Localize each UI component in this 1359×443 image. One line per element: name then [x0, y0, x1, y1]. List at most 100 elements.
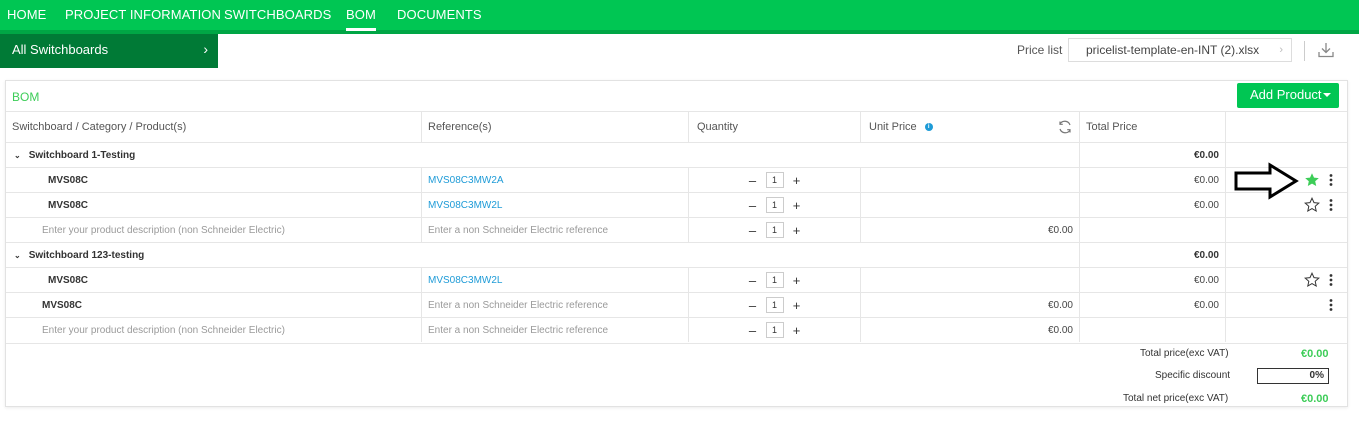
group-toggle[interactable]: ⌄ Switchboard 1-Testing — [6, 143, 1080, 167]
total-price — [1080, 218, 1226, 242]
decrement-button[interactable]: – — [748, 324, 758, 337]
table-header: Switchboard / Category / Product(s) Refe… — [6, 111, 1347, 142]
chevron-right-icon: › — [1279, 44, 1283, 56]
quantity-cell: – 1 + — [689, 218, 861, 242]
increment-button[interactable]: + — [792, 224, 802, 237]
price-list-select[interactable]: pricelist-template-en-INT (2).xlsx › — [1068, 38, 1292, 62]
group-toggle[interactable]: ⌄ Switchboard 123-testing — [6, 243, 1080, 267]
nav-documents[interactable]: DOCUMENTS — [397, 0, 482, 30]
star-outline-icon[interactable] — [1304, 272, 1320, 288]
chevron-down-icon[interactable]: ⌄ — [14, 251, 21, 260]
info-icon[interactable]: i — [924, 123, 933, 131]
reference-input[interactable]: Enter a non Schneider Electric reference — [422, 293, 689, 317]
table-row: MVS08C Enter a non Schneider Electric re… — [6, 292, 1347, 317]
table-row: MVS08C MVS08C3MW2L – 1 + €0.00 — [6, 267, 1347, 292]
product-name: MVS08C — [6, 168, 422, 192]
summary-section: Total price(exc VAT) €0.00 Specific disc… — [6, 343, 1347, 407]
quantity-cell: – 1 + — [689, 268, 861, 292]
actions-cell — [1226, 268, 1347, 292]
more-vertical-icon[interactable] — [1328, 273, 1334, 287]
more-vertical-icon[interactable] — [1328, 198, 1334, 212]
table-row: Enter your product description (non Schn… — [6, 217, 1347, 242]
quantity-stepper: – 1 + — [748, 272, 802, 288]
header-reference: Reference(s) — [422, 112, 689, 142]
nav-bom[interactable]: BOM — [346, 0, 376, 31]
header-unit-price: Unit Price i — [861, 112, 1080, 142]
quantity-input[interactable]: 1 — [765, 172, 784, 188]
reference-input[interactable]: Enter a non Schneider Electric reference — [422, 218, 689, 242]
quantity-cell: – 1 + — [689, 318, 861, 342]
increment-button[interactable]: + — [792, 299, 802, 312]
more-vertical-icon[interactable] — [1328, 298, 1334, 312]
quantity-cell: – 1 + — [689, 168, 861, 192]
star-outline-icon[interactable] — [1304, 197, 1320, 213]
decrement-button[interactable]: – — [748, 224, 758, 237]
price-list-value: pricelist-template-en-INT (2).xlsx — [1086, 43, 1260, 57]
bom-table: Switchboard / Category / Product(s) Refe… — [6, 111, 1347, 342]
all-switchboards-button[interactable]: All Switchboards › — [0, 34, 218, 68]
group-name: Switchboard 123-testing — [28, 249, 145, 261]
divider — [1304, 41, 1305, 61]
unit-price — [861, 268, 1080, 292]
total-price: €0.00 — [1080, 268, 1226, 292]
nav-home[interactable]: HOME — [7, 0, 46, 30]
quantity-input[interactable]: 1 — [765, 297, 784, 313]
download-icon[interactable] — [1316, 40, 1336, 60]
caret-down-icon — [1323, 93, 1331, 97]
group-name: Switchboard 1-Testing — [28, 149, 136, 161]
group-total: €0.00 — [1080, 143, 1226, 167]
net-price-value: €0.00 — [1301, 393, 1329, 405]
product-description-input[interactable]: Enter your product description (non Schn… — [6, 318, 422, 342]
arrow-right-icon — [1234, 162, 1299, 200]
unit-price — [861, 168, 1080, 192]
increment-button[interactable]: + — [792, 324, 802, 337]
chevron-down-icon[interactable]: ⌄ — [14, 151, 21, 160]
product-name: MVS08C — [6, 293, 422, 317]
nav-switchboards[interactable]: SWITCHBOARDS — [224, 0, 331, 30]
decrement-button[interactable]: – — [748, 174, 758, 187]
group-total: €0.00 — [1080, 243, 1226, 267]
actions-cell — [1226, 218, 1347, 242]
quantity-input[interactable]: 1 — [765, 322, 784, 338]
actions-cell — [1226, 293, 1347, 317]
decrement-button[interactable]: – — [748, 299, 758, 312]
increment-button[interactable]: + — [792, 199, 802, 212]
quantity-cell: – 1 + — [689, 293, 861, 317]
decrement-button[interactable]: – — [748, 274, 758, 287]
refresh-icon[interactable] — [1057, 119, 1073, 135]
more-vertical-icon[interactable] — [1328, 173, 1334, 187]
unit-price — [861, 193, 1080, 217]
quantity-stepper: – 1 + — [748, 297, 802, 313]
actions-cell — [1226, 318, 1347, 342]
reference-link[interactable]: MVS08C3MW2L — [422, 193, 689, 217]
star-filled-icon[interactable] — [1304, 172, 1320, 188]
unit-price-input[interactable]: €0.00 — [861, 218, 1080, 242]
increment-button[interactable]: + — [792, 274, 802, 287]
discount-input[interactable]: 0% — [1257, 368, 1329, 384]
total-price: €0.00 — [1080, 168, 1226, 192]
all-switchboards-label: All Switchboards — [12, 42, 109, 57]
nav-project-information[interactable]: PROJECT INFORMATION — [65, 0, 221, 30]
reference-input[interactable]: Enter a non Schneider Electric reference — [422, 318, 689, 342]
product-description-input[interactable]: Enter your product description (non Schn… — [6, 218, 422, 242]
net-price-label: Total net price(exc VAT) — [1123, 393, 1229, 404]
reference-link[interactable]: MVS08C3MW2A — [422, 168, 689, 192]
quantity-input[interactable]: 1 — [765, 222, 784, 238]
header-unit-price-label: Unit Price — [869, 121, 917, 133]
table-row: MVS08C MVS08C3MW2L – 1 + €0.00 — [6, 192, 1347, 217]
increment-button[interactable]: + — [792, 174, 802, 187]
total-price: €0.00 — [1080, 293, 1226, 317]
header-actions — [1226, 112, 1347, 142]
quantity-input[interactable]: 1 — [765, 197, 784, 213]
bom-title: BOM — [12, 90, 40, 104]
total-price-label: Total price(exc VAT) — [1140, 348, 1229, 359]
unit-price-input[interactable]: €0.00 — [861, 293, 1080, 317]
reference-link[interactable]: MVS08C3MW2L — [422, 268, 689, 292]
add-product-button[interactable]: Add Product — [1237, 83, 1339, 108]
unit-price-input[interactable]: €0.00 — [861, 318, 1080, 342]
actions-cell — [1226, 243, 1347, 267]
quantity-stepper: – 1 + — [748, 172, 802, 188]
product-name: MVS08C — [6, 193, 422, 217]
decrement-button[interactable]: – — [748, 199, 758, 212]
quantity-input[interactable]: 1 — [765, 272, 784, 288]
